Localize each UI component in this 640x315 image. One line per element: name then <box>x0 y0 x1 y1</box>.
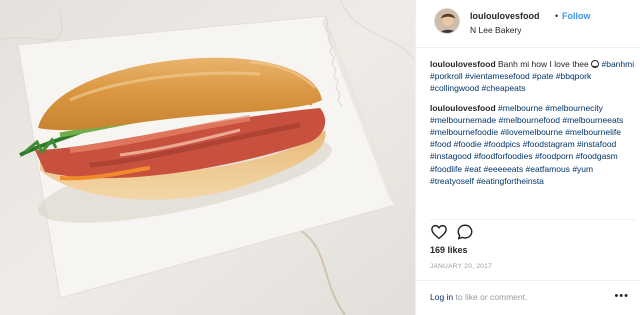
comment-hashtags: #melbourne #melbournecity #melbournemade… <box>430 103 623 186</box>
separator-dot: • <box>555 11 559 21</box>
hashtag-link[interactable]: #foodpics <box>484 139 520 149</box>
comment-bubble-icon[interactable] <box>456 223 474 241</box>
login-link[interactable]: Log in <box>430 292 453 302</box>
hashtag-link[interactable]: #melbournefood <box>499 115 560 125</box>
avatar[interactable] <box>434 8 460 34</box>
hashtag-link[interactable]: #food <box>430 139 451 149</box>
hashtag-link[interactable]: #collingwood <box>430 83 479 93</box>
hashtag-link[interactable]: #porkroll <box>430 71 463 81</box>
hashtag-link[interactable]: #melbournecity <box>545 103 603 113</box>
caption-comment: louloulovesfood Banh mi how I love thee … <box>430 58 635 95</box>
post-date[interactable]: JANUARY 20, 2017 <box>430 263 492 270</box>
hashtag-link[interactable]: #melbournefoodie <box>430 127 498 137</box>
hashtag-link[interactable]: #melbournelife <box>565 127 621 137</box>
hashtag-link[interactable]: #foodgasm <box>576 151 618 161</box>
hashtag-link[interactable]: #bbqpork <box>556 71 591 81</box>
instagram-post: louloulovesfood • Follow N Lee Bakery lo… <box>0 0 640 315</box>
comment-footer: Log in to like or comment. ••• <box>416 280 640 315</box>
comments-list[interactable]: louloulovesfood Banh mi how I love thee … <box>430 58 635 214</box>
post-photo[interactable] <box>0 0 415 315</box>
hashtag-link[interactable]: #vientamesefood <box>465 71 530 81</box>
hashtag-link[interactable]: #melbourne <box>498 103 543 113</box>
hashtag-link[interactable]: #foodstagram <box>523 139 575 149</box>
hashtag-link[interactable]: #banhmi <box>602 59 635 69</box>
banh-mi-photo <box>0 0 415 315</box>
login-prompt: Log in to like or comment. <box>430 292 527 302</box>
more-options-button[interactable]: ••• <box>614 290 629 302</box>
smiley-icon <box>591 60 600 68</box>
avatar-image <box>435 9 459 33</box>
action-bar <box>430 219 635 241</box>
hashtag-link[interactable]: #yum <box>572 164 593 174</box>
post-header: louloulovesfood • Follow N Lee Bakery <box>416 0 640 48</box>
hashtag-link[interactable]: #eat <box>465 164 482 174</box>
hashtag-link[interactable]: #eatfamous <box>526 164 570 174</box>
comment-username[interactable]: louloulovesfood <box>430 103 496 113</box>
caption-text: Banh mi how I love thee <box>498 59 589 69</box>
hashtag-link[interactable]: #foodforfoodies <box>474 151 533 161</box>
post-side-panel: louloulovesfood • Follow N Lee Bakery lo… <box>415 0 640 315</box>
hashtag-link[interactable]: #melbourneeats <box>562 115 623 125</box>
hashtag-link[interactable]: #ilovemelbourne <box>500 127 562 137</box>
hashtag-link[interactable]: #pate <box>532 71 553 81</box>
login-prompt-text: to like or comment. <box>453 292 528 302</box>
header-username[interactable]: louloulovesfood <box>470 11 540 21</box>
heart-outline-icon[interactable] <box>430 223 448 241</box>
hashtag-link[interactable]: #cheapeats <box>482 83 526 93</box>
hashtag-link[interactable]: #eeeeeats <box>483 164 523 174</box>
hashtag-link[interactable]: #foodporn <box>535 151 573 161</box>
hashtag-link[interactable]: #foodlife <box>430 164 462 174</box>
hashtag-link[interactable]: #foodie <box>454 139 482 149</box>
likes-count[interactable]: 169 likes <box>430 245 468 255</box>
hashtag-comment: louloulovesfood #melbourne #melbournecit… <box>430 102 635 187</box>
follow-button[interactable]: Follow <box>562 11 591 21</box>
hashtag-link[interactable]: #melbournemade <box>430 115 496 125</box>
hashtag-link[interactable]: #instafood <box>577 139 616 149</box>
location-link[interactable]: N Lee Bakery <box>470 25 522 35</box>
caption-username[interactable]: louloulovesfood <box>430 59 496 69</box>
hashtag-link[interactable]: #eatingfortheinsta <box>476 176 544 186</box>
hashtag-link[interactable]: #instagood <box>430 151 472 161</box>
hashtag-link[interactable]: #treatyoself <box>430 176 474 186</box>
